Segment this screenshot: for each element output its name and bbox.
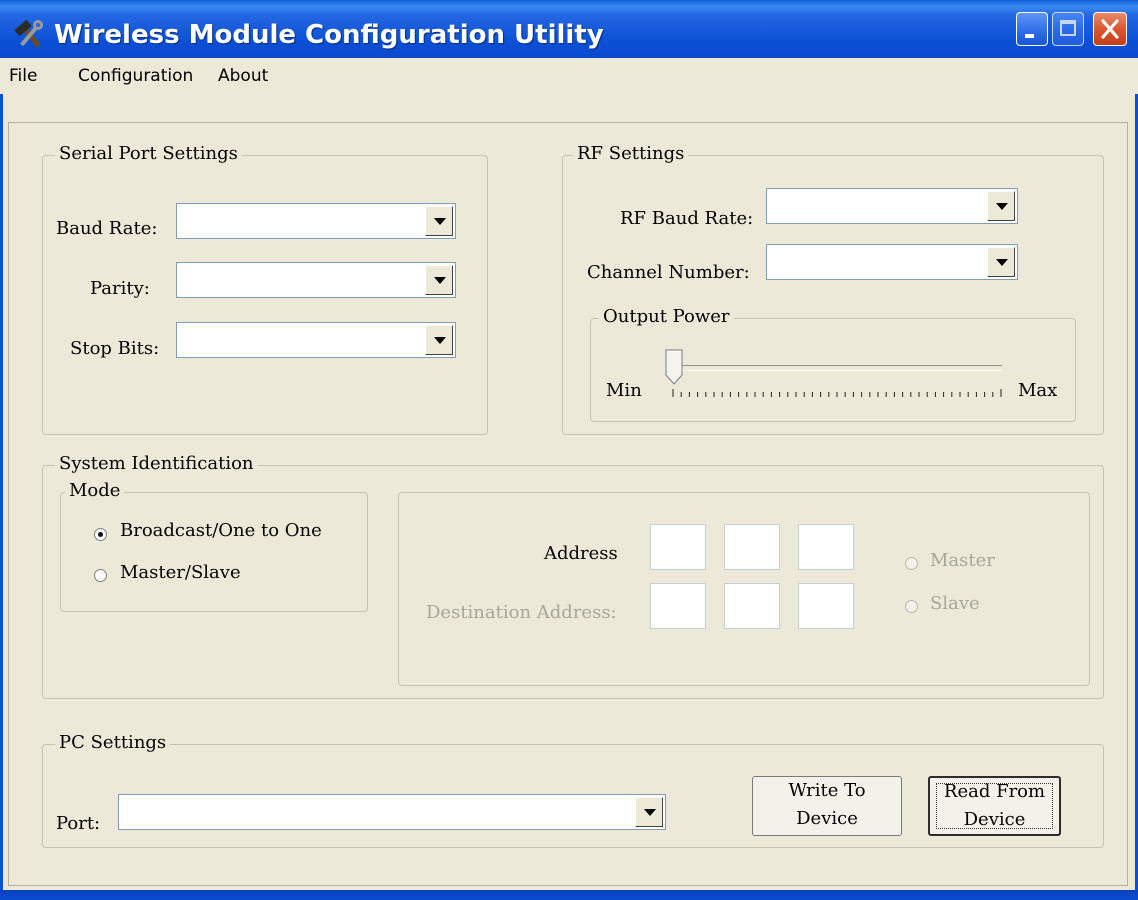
chevron-down-icon[interactable] — [425, 265, 453, 295]
output-power-track[interactable] — [672, 365, 1002, 371]
system-identification-legend: System Identification — [55, 453, 258, 474]
role-slave-radio[interactable] — [905, 600, 918, 613]
maximize-button[interactable] — [1052, 12, 1084, 46]
output-power-ticks — [672, 389, 1002, 397]
chevron-down-icon[interactable] — [635, 797, 663, 827]
rf-baud-rate-select[interactable] — [766, 188, 1018, 224]
pc-settings-legend: PC Settings — [55, 732, 171, 753]
role-slave-label[interactable]: Slave — [930, 593, 980, 614]
chevron-down-icon[interactable] — [425, 325, 453, 355]
minimize-icon — [1025, 34, 1034, 38]
menu-about[interactable]: About — [218, 66, 268, 86]
chevron-down-icon[interactable] — [987, 247, 1015, 277]
read-from-device-button[interactable]: Read From Device — [928, 776, 1061, 836]
hammer-wrench-icon — [14, 19, 43, 48]
close-icon — [1101, 19, 1119, 39]
address-label: Address — [544, 543, 618, 564]
window-border-bottom — [0, 890, 1138, 900]
parity-select[interactable] — [176, 262, 456, 298]
destination-address-field-1[interactable] — [650, 583, 706, 629]
role-master-radio[interactable] — [905, 557, 918, 570]
channel-number-select[interactable] — [766, 244, 1018, 280]
chevron-down-icon[interactable] — [425, 206, 453, 236]
mode-broadcast-label[interactable]: Broadcast/One to One — [120, 520, 322, 541]
address-field-3[interactable] — [798, 524, 854, 570]
mode-master-slave-label[interactable]: Master/Slave — [120, 562, 241, 583]
parity-label: Parity: — [90, 278, 150, 299]
window-border-left — [0, 78, 3, 890]
destination-address-field-3[interactable] — [798, 583, 854, 629]
minimize-button[interactable] — [1016, 12, 1048, 46]
address-field-2[interactable] — [724, 524, 780, 570]
mode-broadcast-radio[interactable] — [94, 528, 107, 541]
mode-legend: Mode — [65, 480, 125, 501]
output-power-slider-thumb[interactable] — [665, 349, 683, 385]
stop-bits-select[interactable] — [176, 322, 456, 358]
destination-address-field-2[interactable] — [724, 583, 780, 629]
write-button-line-1: Write To — [788, 780, 866, 801]
channel-number-label: Channel Number: — [587, 262, 750, 283]
app-window: Wireless Module Configuration Utility Fi… — [0, 0, 1138, 900]
port-label: Port: — [56, 813, 101, 834]
mode-master-slave-radio[interactable] — [94, 569, 107, 582]
window-title: Wireless Module Configuration Utility — [54, 20, 604, 50]
stop-bits-label: Stop Bits: — [70, 338, 160, 359]
power-max-label: Max — [1018, 380, 1058, 401]
maximize-icon — [1060, 20, 1076, 36]
baud-rate-label: Baud Rate: — [56, 218, 158, 239]
baud-rate-select[interactable] — [176, 203, 456, 239]
chevron-down-icon[interactable] — [987, 191, 1015, 221]
write-button-line-2: Device — [796, 808, 858, 829]
output-power-legend: Output Power — [599, 306, 734, 327]
focus-rectangle — [936, 783, 1053, 829]
mode-group: Mode — [60, 480, 368, 612]
rf-settings-legend: RF Settings — [573, 143, 689, 164]
port-select[interactable] — [118, 794, 666, 830]
rf-baud-rate-label: RF Baud Rate: — [620, 208, 754, 229]
role-master-label[interactable]: Master — [930, 550, 995, 571]
menu-file[interactable]: File — [9, 66, 37, 86]
destination-address-label: Destination Address: — [426, 602, 617, 623]
serial-port-legend: Serial Port Settings — [55, 143, 242, 164]
write-to-device-button[interactable]: Write To Device — [752, 776, 902, 836]
close-button[interactable] — [1093, 12, 1127, 46]
menu-configuration[interactable]: Configuration — [78, 66, 193, 86]
power-min-label: Min — [606, 380, 642, 401]
address-field-1[interactable] — [650, 524, 706, 570]
